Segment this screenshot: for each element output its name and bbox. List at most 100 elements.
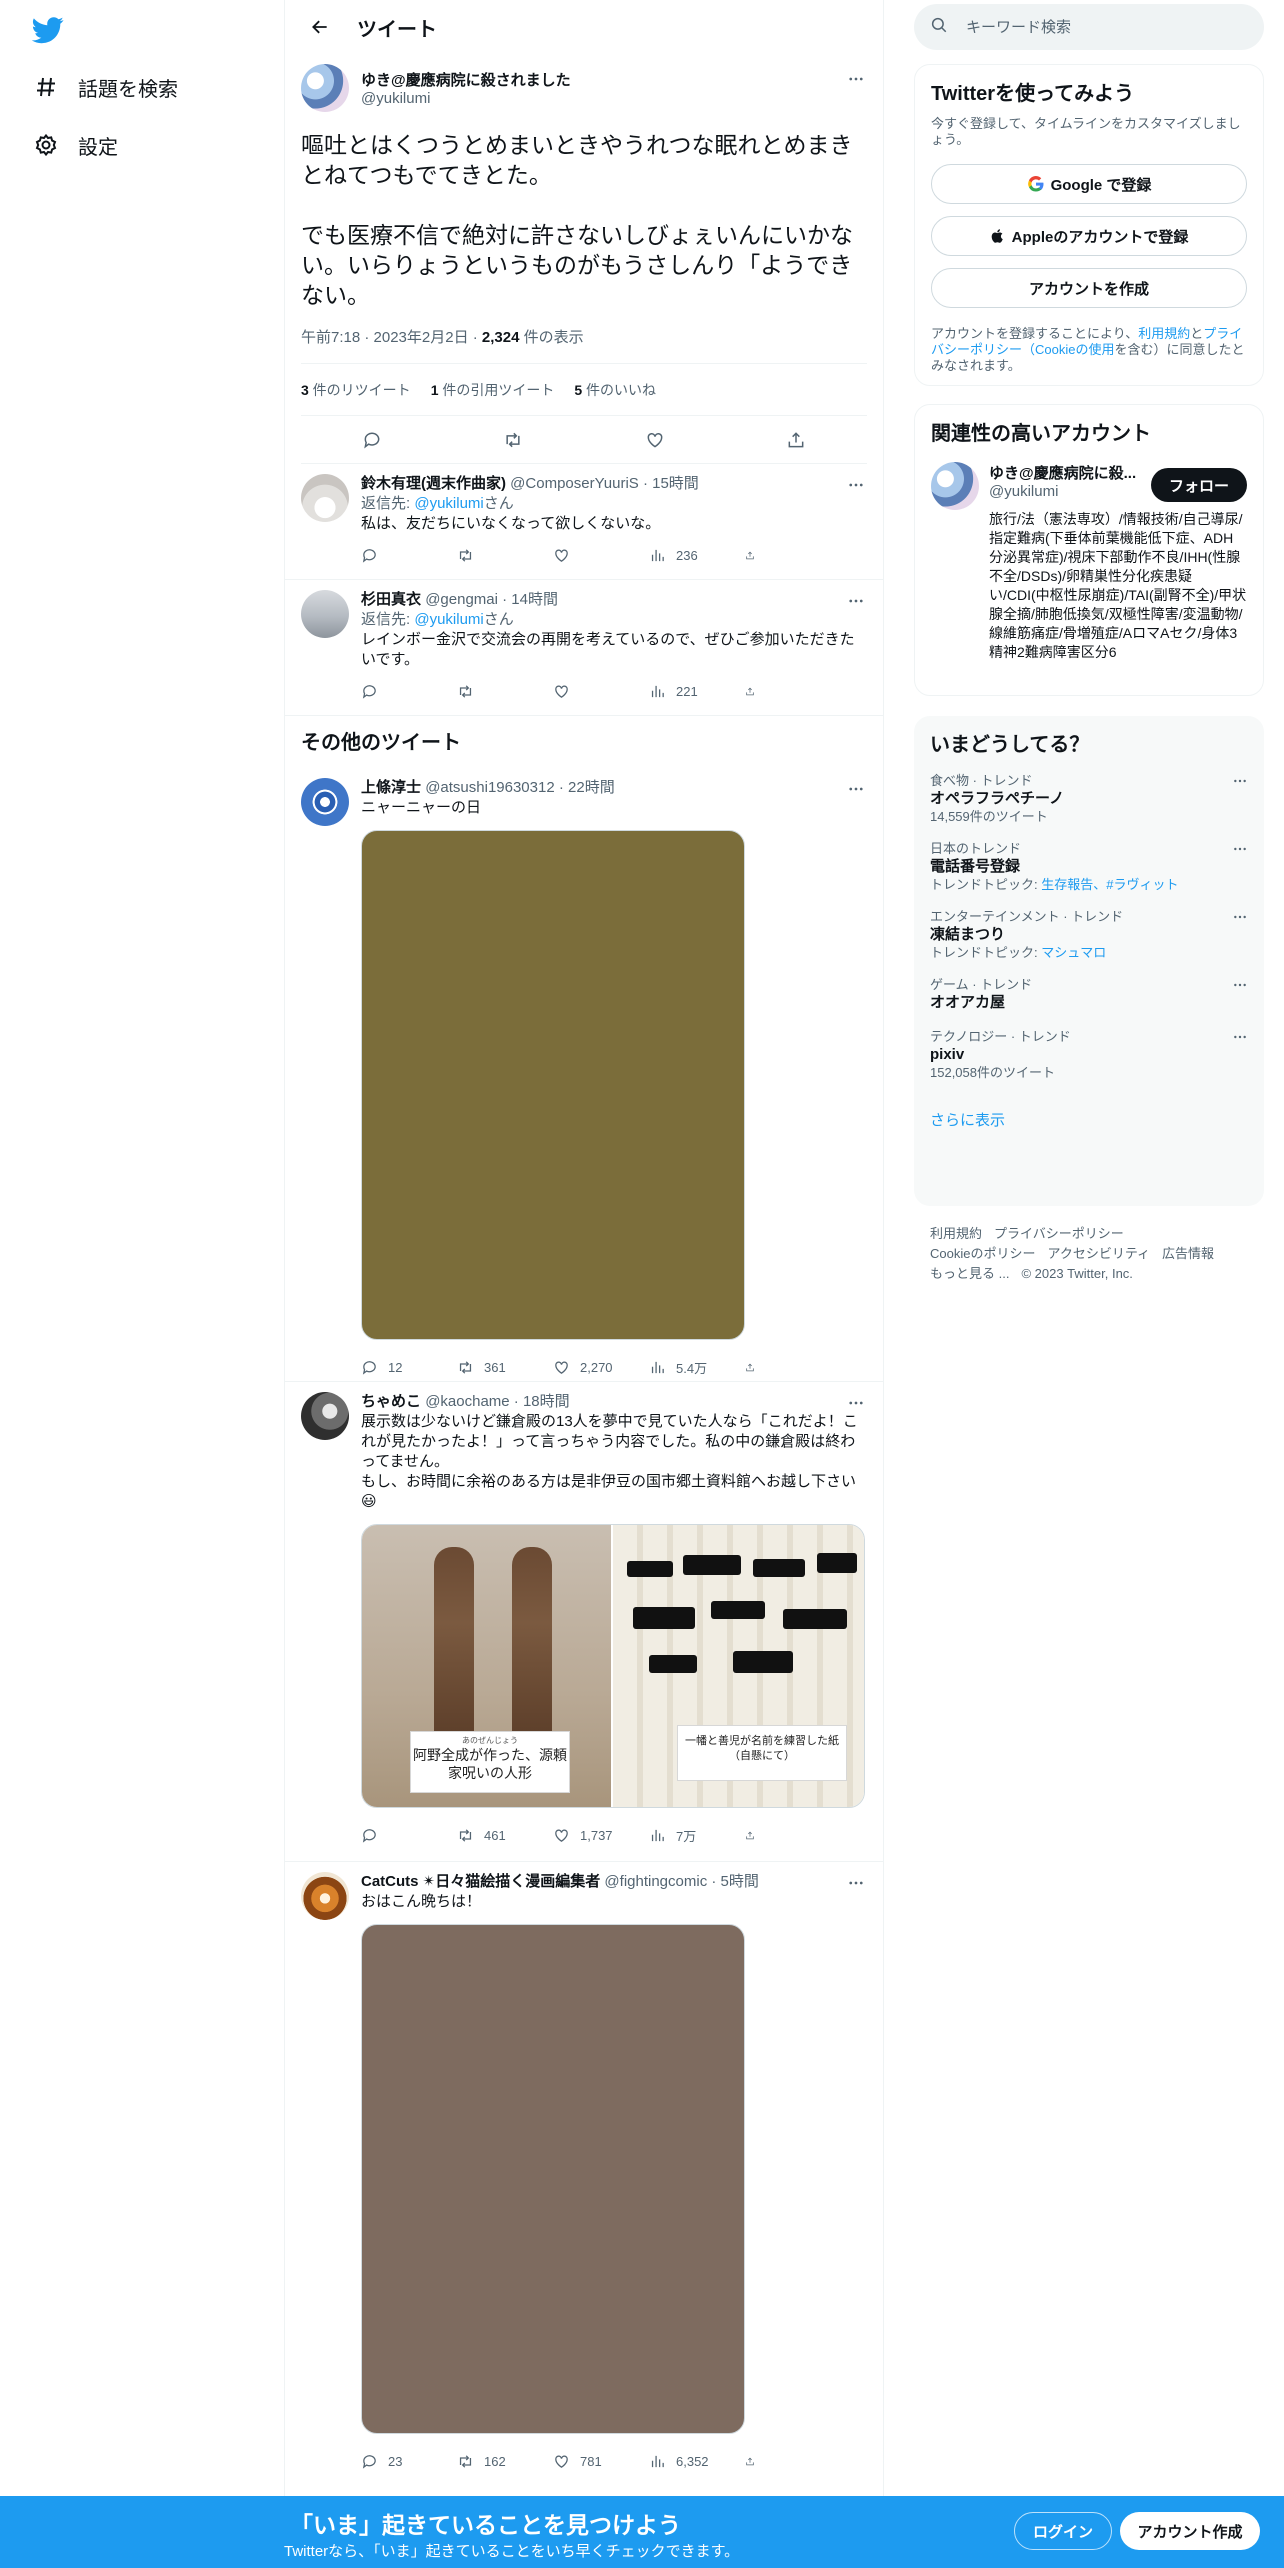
like-button[interactable]	[553, 547, 649, 564]
follow-button[interactable]: フォロー	[1150, 468, 1247, 502]
reply-button[interactable]	[361, 1827, 457, 1844]
share-button[interactable]	[745, 683, 765, 700]
trend-item[interactable]: 日本のトレンド 電話番号登録 トレンドトピック: 生存報告、#ラヴィット	[930, 841, 1248, 893]
footer-more-link[interactable]: もっと見る ...	[930, 1266, 1009, 1281]
footer-terms-link[interactable]: 利用規約	[930, 1226, 982, 1241]
like-button[interactable]	[553, 683, 649, 700]
terms-link[interactable]: 利用規約	[1138, 326, 1190, 341]
quote-stat[interactable]: 1 件の引用ツイート	[431, 380, 555, 400]
login-button[interactable]: ログイン	[1014, 2512, 1112, 2550]
reply-button[interactable]: 12	[361, 1359, 457, 1376]
share-button[interactable]	[745, 2453, 765, 2470]
share-button[interactable]	[745, 1359, 765, 1376]
more-options-icon[interactable]	[845, 590, 867, 612]
like-button[interactable]: 1,737	[553, 1827, 649, 1844]
reply-tweet[interactable]: 鈴木有理(週末作曲家) @ComposerYuuriS · 15時間 返信先: …	[285, 464, 883, 580]
tweet-image[interactable]	[361, 1924, 745, 2434]
search-input[interactable]	[966, 18, 1226, 36]
avatar[interactable]	[301, 64, 349, 112]
author-name[interactable]: CatCuts ✴日々猫絵描く漫画編集者	[361, 1873, 600, 1890]
retweet-button[interactable]	[457, 547, 553, 564]
author-handle-time[interactable]: @ComposerYuuriS · 15時間	[510, 475, 699, 492]
reply-button[interactable]	[361, 547, 457, 564]
views-button[interactable]: 5.4万	[649, 1358, 745, 1377]
views-button[interactable]: 221	[649, 683, 745, 700]
reply-to-link[interactable]: @yukilumi	[414, 611, 483, 628]
footer-privacy-link[interactable]: プライバシーポリシー	[994, 1226, 1124, 1241]
avatar[interactable]	[931, 462, 979, 510]
trend-item[interactable]: テクノロジー · トレンド pixiv 152,058件のツイート	[930, 1029, 1248, 1081]
trend-item[interactable]: エンターテインメント · トレンド 凍結まつり トレンドトピック: マシュマロ	[930, 909, 1248, 961]
like-button[interactable]: 781	[553, 2453, 649, 2470]
author-handle[interactable]: @yukilumi	[361, 90, 571, 107]
reply-to-link[interactable]: @yukilumi	[414, 495, 483, 512]
author-handle-time[interactable]: @fightingcomic · 5時間	[604, 1873, 758, 1890]
reply-icon[interactable]	[361, 429, 383, 451]
nav-explore[interactable]: 話題を検索	[32, 67, 178, 107]
more-options-icon[interactable]	[1232, 773, 1248, 794]
like-button[interactable]: 2,270	[553, 1359, 649, 1376]
author-handle-time[interactable]: @gengmai · 14時間	[425, 591, 558, 608]
timeline-tweet[interactable]: CatCuts ✴日々猫絵描く漫画編集者 @fightingcomic · 5時…	[285, 1862, 883, 2476]
retweet-button[interactable]	[457, 683, 553, 700]
signup-button[interactable]: アカウント作成	[1120, 2512, 1260, 2550]
author-name[interactable]: 上條淳士	[361, 779, 421, 796]
show-more-link[interactable]: さらに表示	[930, 1109, 1248, 1130]
trend-topic-link[interactable]: 生存報告、#ラヴィット	[1041, 877, 1178, 892]
more-options-icon[interactable]	[845, 778, 867, 800]
avatar[interactable]	[301, 1392, 349, 1440]
more-options-icon[interactable]	[845, 474, 867, 496]
more-options-icon[interactable]	[845, 1392, 867, 1414]
like-icon[interactable]	[644, 429, 666, 451]
share-icon[interactable]	[785, 429, 807, 451]
trend-topic-link[interactable]: マシュマロ	[1041, 945, 1106, 960]
retweet-icon[interactable]	[502, 429, 524, 451]
google-signup-button[interactable]: Google で登録	[931, 164, 1247, 204]
tweet-image[interactable]	[361, 830, 745, 1340]
reply-button[interactable]: 23	[361, 2453, 457, 2470]
tweet-time[interactable]: 午前7:18 · 2023年2月2日 ·	[301, 329, 482, 346]
retweet-button[interactable]: 361	[457, 1359, 553, 1376]
related-account[interactable]: ゆき@慶應病院に殺... @yukilumi 旅行/法（憲法専攻）/情報技術/自…	[931, 462, 1247, 662]
timeline-tweet[interactable]: 上條淳士 @atsushi19630312 · 22時間 ニャーニャーの日 12…	[285, 768, 883, 1382]
avatar[interactable]	[301, 1872, 349, 1920]
footer-accessibility-link[interactable]: アクセシビリティ	[1047, 1246, 1150, 1261]
author-handle-time[interactable]: @atsushi19630312 · 22時間	[425, 779, 615, 796]
tweet-image[interactable]: あのぜんじょう 阿野全成が作った、源頼家呪いの人形	[362, 1525, 613, 1807]
twitter-logo-icon[interactable]	[31, 14, 64, 46]
more-options-icon[interactable]	[1232, 909, 1248, 930]
avatar[interactable]	[301, 778, 349, 826]
apple-signup-button[interactable]: Appleのアカウントで登録	[931, 216, 1247, 256]
author-name[interactable]: 鈴木有理(週末作曲家)	[361, 475, 506, 492]
author-name[interactable]: 杉田真衣	[361, 591, 421, 608]
views-button[interactable]: 6,352	[649, 2453, 745, 2470]
avatar[interactable]	[301, 590, 349, 638]
footer-cookie-link[interactable]: Cookieのポリシー	[930, 1246, 1035, 1261]
create-account-button[interactable]: アカウントを作成	[931, 268, 1247, 308]
more-options-icon[interactable]	[845, 1872, 867, 1894]
share-button[interactable]	[745, 547, 765, 564]
search-box[interactable]	[914, 4, 1264, 50]
back-arrow-icon[interactable]	[303, 10, 337, 44]
author-handle-time[interactable]: @kaochame · 18時間	[425, 1393, 569, 1410]
like-stat[interactable]: 5 件のいいね	[574, 380, 656, 400]
author-name[interactable]: ゆき@慶應病院に殺されました	[361, 69, 571, 90]
avatar[interactable]	[301, 474, 349, 522]
related-name[interactable]: ゆき@慶應病院に殺...	[989, 462, 1139, 483]
nav-settings[interactable]: 設定	[32, 125, 118, 165]
retweet-button[interactable]: 461	[457, 1827, 553, 1844]
retweet-button[interactable]: 162	[457, 2453, 553, 2470]
reply-button[interactable]	[361, 683, 457, 700]
author-name[interactable]: ちゃめこ	[361, 1393, 421, 1410]
reply-tweet[interactable]: 杉田真衣 @gengmai · 14時間 返信先: @yukilumiさん レイ…	[285, 580, 883, 716]
views-button[interactable]: 236	[649, 547, 745, 564]
tweet-image[interactable]: 一幡と善児が名前を練習した紙 （自懸にて）	[613, 1525, 864, 1807]
views-button[interactable]: 7万	[649, 1826, 745, 1845]
trend-item[interactable]: 食べ物 · トレンド オペラフラペチーノ 14,559件のツイート	[930, 773, 1248, 825]
trend-item[interactable]: ゲーム · トレンド オオアカ屋	[930, 977, 1248, 1013]
more-options-icon[interactable]	[845, 68, 867, 90]
more-options-icon[interactable]	[1232, 977, 1248, 998]
more-options-icon[interactable]	[1232, 841, 1248, 862]
more-options-icon[interactable]	[1232, 1029, 1248, 1050]
share-button[interactable]	[745, 1827, 765, 1844]
